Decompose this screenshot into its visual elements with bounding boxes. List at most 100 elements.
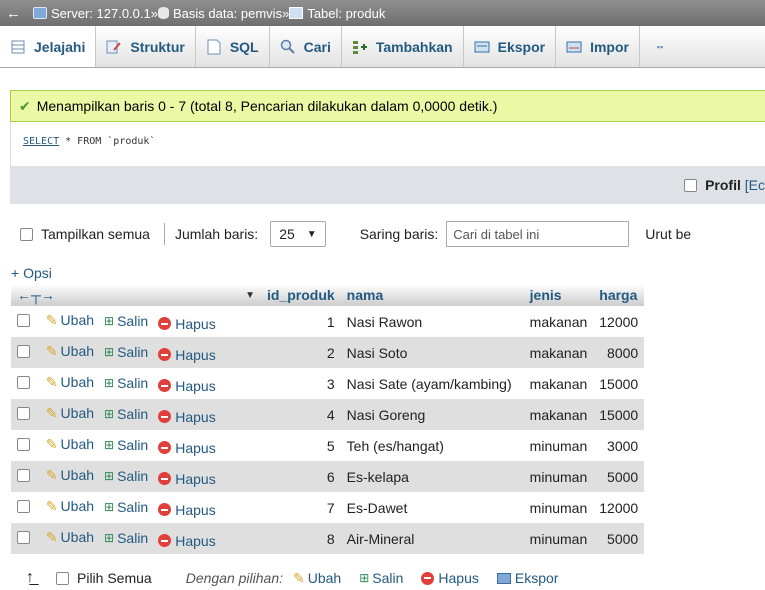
cell-nama[interactable]: Nasi Soto [340, 337, 524, 368]
tab-import[interactable]: Impor [556, 26, 640, 67]
cell-harga[interactable]: 8000 [593, 337, 645, 368]
cell-id[interactable]: 1 [261, 306, 341, 337]
cell-id[interactable]: 6 [261, 461, 341, 492]
row-checkbox[interactable] [17, 437, 30, 451]
delete-button[interactable]: Hapus [158, 409, 216, 425]
delete-button[interactable]: Hapus [158, 347, 216, 363]
tab-more[interactable]: ▪▪ [640, 26, 686, 67]
copy-button[interactable]: ⊞ Salin [104, 375, 148, 391]
sort-chevron-icon[interactable]: ▼ [245, 290, 255, 301]
cell-id[interactable]: 7 [261, 492, 341, 523]
row-checkbox[interactable] [17, 406, 30, 420]
delete-button[interactable]: Hapus [158, 440, 216, 456]
cell-jenis[interactable]: makanan [523, 368, 594, 399]
cell-jenis[interactable]: makanan [523, 399, 594, 430]
cell-id[interactable]: 3 [261, 368, 341, 399]
copy-button[interactable]: ⊞ Salin [104, 313, 148, 329]
delete-button[interactable]: Hapus [158, 316, 216, 332]
show-all-checkbox[interactable] [20, 227, 33, 241]
row-checkbox[interactable] [17, 530, 30, 544]
breadcrumb-server[interactable]: Server: 127.0.0.1 [33, 6, 151, 21]
row-checkbox[interactable] [17, 313, 30, 327]
column-header-id[interactable]: id_produk [261, 284, 341, 306]
profil-edit-link[interactable]: [Ec [745, 177, 765, 193]
column-resize-icon[interactable]: ←┬→ [17, 287, 55, 303]
row-checkbox[interactable] [17, 468, 30, 482]
bulk-export-button[interactable]: Ekspor [496, 570, 558, 586]
bulk-delete-button[interactable]: Hapus [421, 570, 479, 586]
cell-nama[interactable]: Nasi Goreng [340, 399, 524, 430]
column-header-nama[interactable]: nama [340, 284, 524, 306]
edit-button[interactable]: ✎ Ubah [46, 498, 94, 515]
cell-harga[interactable]: 12000 [593, 492, 645, 523]
breadcrumb-database-label: Basis data: pemvis [172, 5, 283, 21]
delete-button[interactable]: Hapus [158, 533, 216, 549]
cell-nama[interactable]: Es-kelapa [340, 461, 524, 492]
options-link[interactable]: + Opsi [11, 265, 52, 281]
tab-browse[interactable]: Jelajahi [0, 26, 97, 67]
tab-sql[interactable]: SQL [196, 26, 270, 67]
search-icon [280, 39, 296, 55]
tab-label: Impor [590, 38, 629, 55]
tab-export[interactable]: Ekspor [464, 26, 557, 67]
rows-per-page-select[interactable]: 25 ▼ [270, 221, 326, 247]
back-arrow-icon[interactable]: ← [6, 5, 21, 22]
cell-jenis[interactable]: makanan [523, 306, 594, 337]
bulk-edit-button[interactable]: ✎ Ubah [293, 570, 341, 587]
copy-button[interactable]: ⊞ Salin [104, 468, 148, 484]
cell-nama[interactable]: Air-Mineral [340, 523, 524, 554]
copy-button[interactable]: ⊞ Salin [104, 437, 148, 453]
cell-jenis[interactable]: minuman [523, 430, 594, 461]
cell-harga[interactable]: 5000 [593, 461, 645, 492]
cell-jenis[interactable]: minuman [523, 523, 594, 554]
row-checkbox[interactable] [17, 499, 30, 513]
cell-harga[interactable]: 3000 [593, 430, 645, 461]
cell-id[interactable]: 5 [261, 430, 341, 461]
edit-button[interactable]: ✎ Ubah [46, 529, 94, 546]
tab-insert[interactable]: Tambahkan [342, 26, 464, 67]
breadcrumb-table[interactable]: Tabel: produk [289, 6, 385, 21]
cell-harga[interactable]: 15000 [593, 368, 645, 399]
sql-select-keyword[interactable]: SELECT [23, 136, 59, 147]
profil-toggle[interactable]: Profil [Ec [684, 177, 765, 193]
edit-button[interactable]: ✎ Ubah [46, 374, 94, 391]
bulk-copy-button[interactable]: ⊞ Salin [359, 570, 403, 586]
edit-button[interactable]: ✎ Ubah [46, 467, 94, 484]
row-checkbox[interactable] [17, 375, 30, 389]
filter-rows-input[interactable] [446, 221, 630, 247]
tab-search[interactable]: Cari [270, 26, 342, 67]
delete-button[interactable]: Hapus [158, 502, 216, 518]
cell-jenis[interactable]: makanan [523, 337, 594, 368]
cell-nama[interactable]: Nasi Rawon [340, 306, 524, 337]
edit-button[interactable]: ✎ Ubah [46, 436, 94, 453]
edit-button[interactable]: ✎ Ubah [46, 343, 94, 360]
copy-button[interactable]: ⊞ Salin [104, 499, 148, 515]
edit-button[interactable]: ✎ Ubah [46, 405, 94, 422]
cell-harga[interactable]: 5000 [593, 523, 645, 554]
breadcrumb-database[interactable]: Basis data: pemvis [157, 5, 283, 21]
delete-button[interactable]: Hapus [158, 471, 216, 487]
cell-harga[interactable]: 15000 [593, 399, 645, 430]
select-all-label[interactable]: Pilih Semua [77, 570, 152, 586]
row-checkbox[interactable] [17, 344, 30, 358]
profil-checkbox[interactable] [684, 178, 698, 192]
cell-nama[interactable]: Nasi Sate (ayam/kambing) [340, 368, 524, 399]
table-row: ✎ Ubah ⊞ Salin Hapus 3 Nasi Sate (ayam/kambing… [11, 368, 645, 399]
cell-id[interactable]: 4 [261, 399, 341, 430]
cell-jenis[interactable]: minuman [523, 461, 594, 492]
cell-id[interactable]: 8 [261, 523, 341, 554]
column-header-jenis[interactable]: jenis [523, 284, 594, 306]
select-all-checkbox[interactable] [56, 571, 69, 585]
cell-nama[interactable]: Teh (es/hangat) [340, 430, 524, 461]
column-header-harga[interactable]: harga [593, 284, 645, 306]
cell-id[interactable]: 2 [261, 337, 341, 368]
cell-harga[interactable]: 12000 [593, 306, 645, 337]
tab-structure[interactable]: Struktur [96, 26, 196, 67]
copy-button[interactable]: ⊞ Salin [104, 530, 148, 546]
edit-button[interactable]: ✎ Ubah [46, 312, 94, 329]
cell-nama[interactable]: Es-Dawet [340, 492, 524, 523]
cell-jenis[interactable]: minuman [523, 492, 594, 523]
delete-button[interactable]: Hapus [158, 378, 216, 394]
copy-button[interactable]: ⊞ Salin [104, 344, 148, 360]
copy-button[interactable]: ⊞ Salin [104, 406, 148, 422]
